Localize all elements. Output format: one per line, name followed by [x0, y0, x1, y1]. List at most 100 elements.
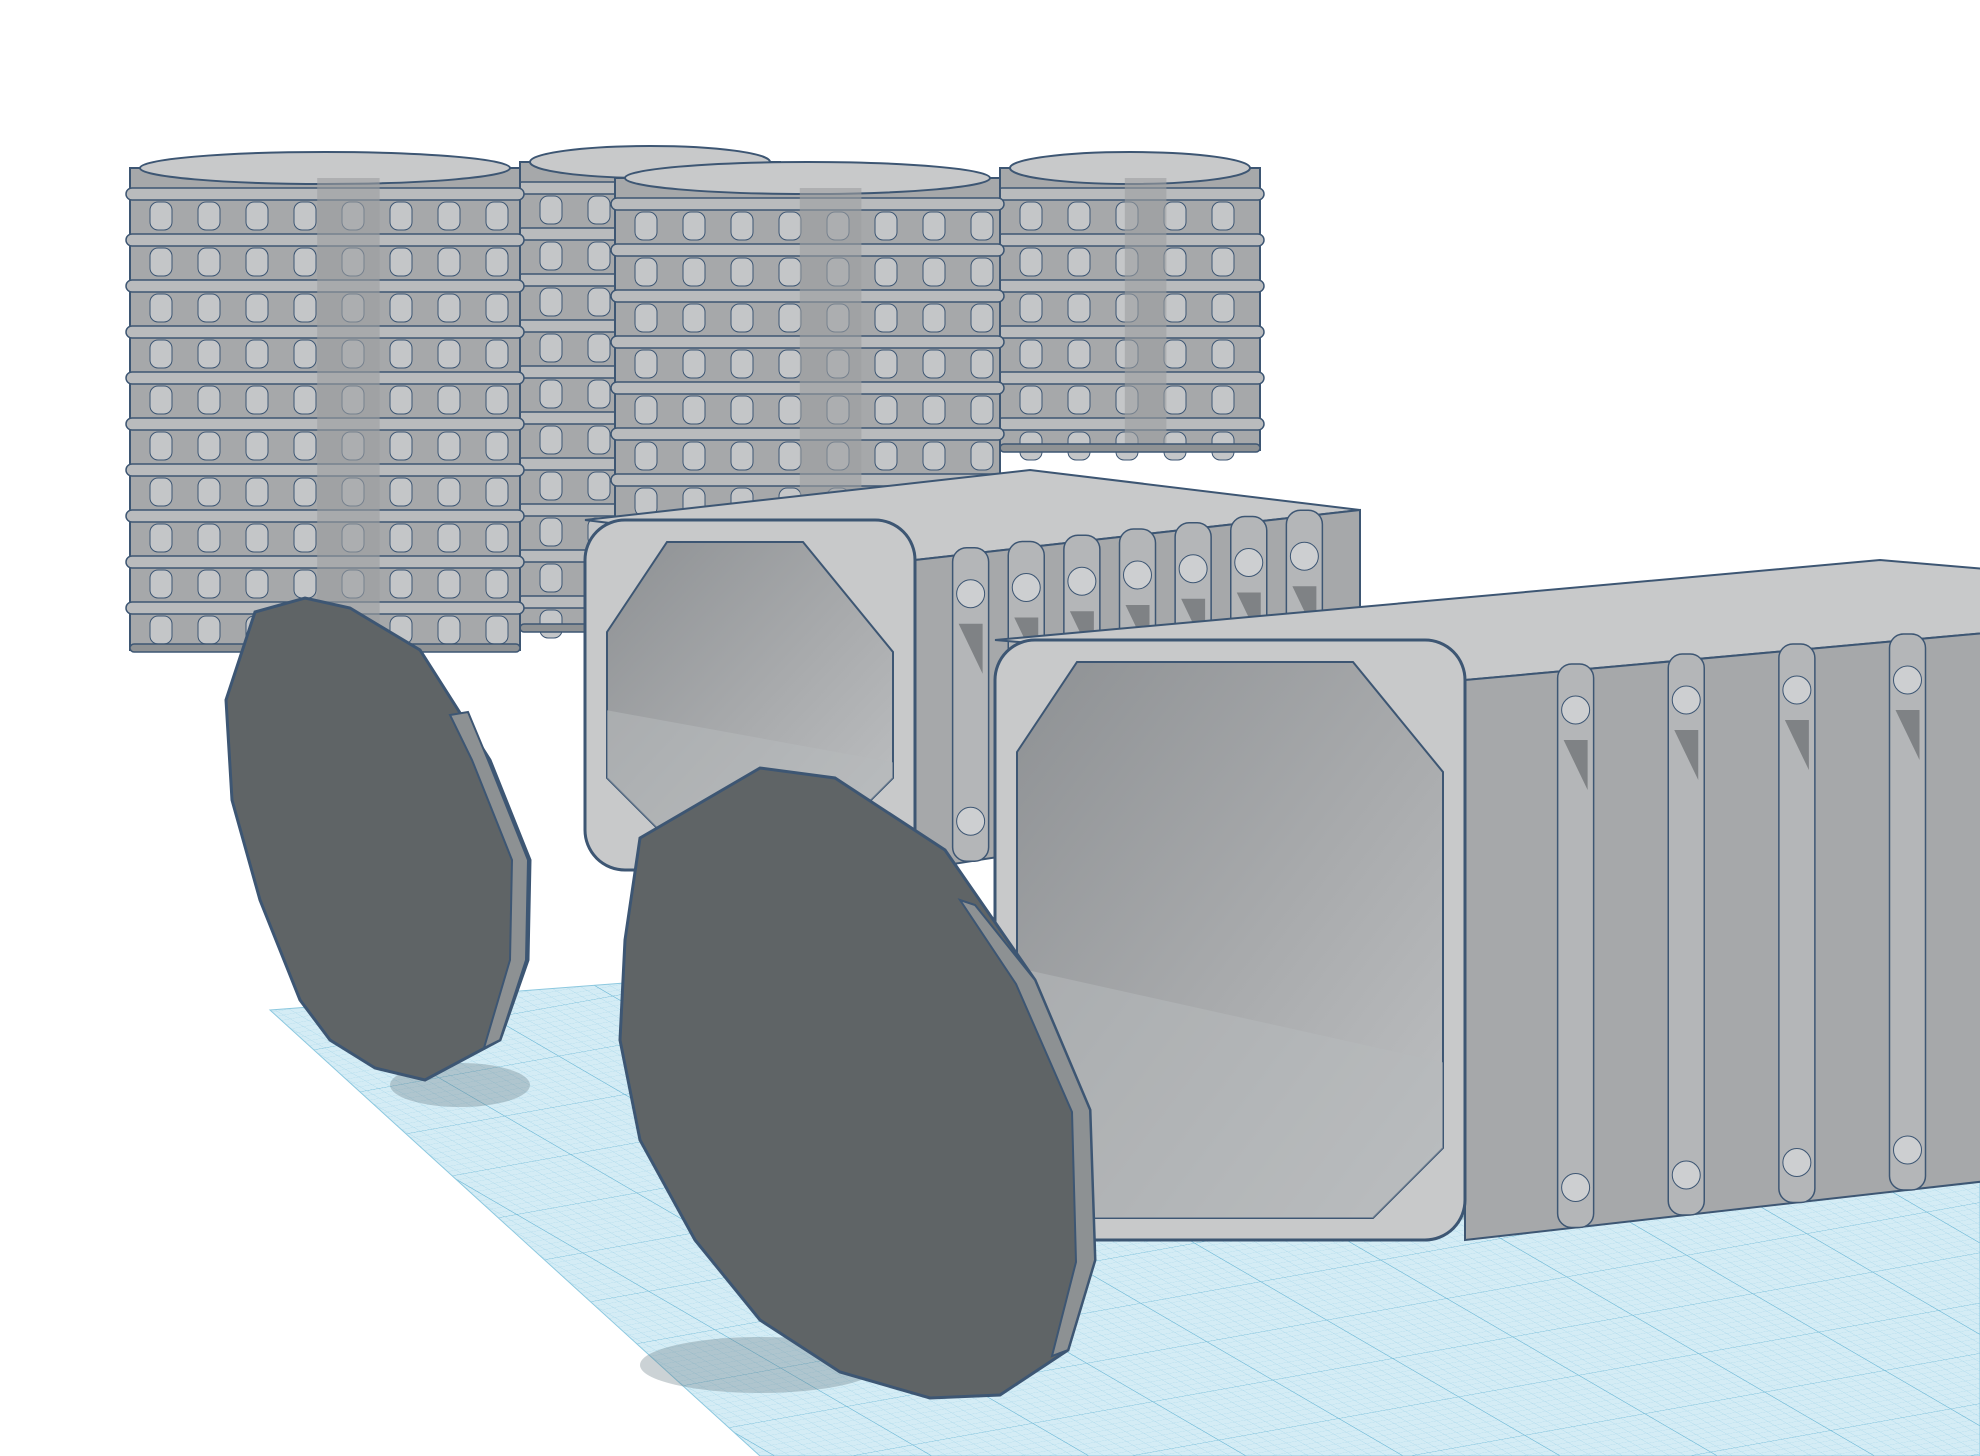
column-knuckle — [485, 477, 509, 507]
column-knuckle — [1067, 385, 1091, 415]
column-knuckle — [730, 303, 754, 333]
column-shade — [317, 178, 380, 648]
column-knuckle — [245, 569, 269, 599]
column-knuckle — [485, 615, 509, 645]
column-knuckle — [587, 471, 611, 501]
column-knuckle — [197, 431, 221, 461]
column-knuckle — [389, 385, 413, 415]
column-knuckle — [1067, 293, 1091, 323]
tube-knuckle — [1067, 566, 1097, 596]
column-knuckle — [1163, 293, 1187, 323]
column-knuckle — [1211, 385, 1235, 415]
column-knuckle — [1163, 247, 1187, 277]
tube-knuckle — [1782, 1148, 1812, 1177]
column-knuckle — [922, 303, 946, 333]
column-knuckle — [730, 441, 754, 471]
column-knuckle — [149, 477, 173, 507]
column-bottom — [999, 443, 1261, 453]
octagonal-end-cap-left[interactable] — [224, 596, 532, 1082]
column-knuckle — [778, 349, 802, 379]
tube-knuckle — [1893, 665, 1922, 695]
column-knuckle — [587, 333, 611, 363]
tube-knuckle — [1123, 560, 1152, 590]
column-knuckle — [245, 523, 269, 553]
column-knuckle — [634, 303, 658, 333]
column-knuckle — [485, 201, 509, 231]
column-knuckle — [874, 257, 898, 287]
column-knuckle — [149, 247, 173, 277]
column-knuckle — [245, 201, 269, 231]
column-knuckle — [389, 431, 413, 461]
column-knuckle — [539, 563, 563, 593]
column-knuckle — [1067, 339, 1091, 369]
column-knuckle — [293, 523, 317, 553]
column-knuckle — [437, 523, 461, 553]
column-knuckle — [149, 201, 173, 231]
column-knuckle — [485, 431, 509, 461]
column-knuckle — [1019, 293, 1043, 323]
column-knuckle — [485, 293, 509, 323]
column-knuckle — [437, 569, 461, 599]
column-knuckle — [682, 257, 706, 287]
column-knuckle — [778, 211, 802, 241]
column-knuckle — [485, 523, 509, 553]
column-knuckle — [922, 395, 946, 425]
column-knuckle — [1019, 247, 1043, 277]
column-knuckle — [1211, 339, 1235, 369]
column-knuckle — [970, 441, 994, 471]
tube-knuckle — [1561, 695, 1591, 725]
column-knuckle — [245, 477, 269, 507]
column-knuckle — [437, 293, 461, 323]
column-knuckle — [634, 211, 658, 241]
scene-canvas[interactable] — [0, 0, 1980, 1456]
column-knuckle — [922, 257, 946, 287]
column-knuckle — [874, 441, 898, 471]
column-knuckle — [730, 211, 754, 241]
column-knuckle — [539, 425, 563, 455]
column-knuckle — [682, 441, 706, 471]
column-knuckle — [197, 615, 221, 645]
hinged-tube-section-right[interactable] — [993, 558, 1980, 1242]
column-knuckle — [634, 441, 658, 471]
column-knuckle — [587, 379, 611, 409]
column-knuckle — [874, 211, 898, 241]
column-knuckle — [293, 431, 317, 461]
column-knuckle — [587, 241, 611, 271]
tube-knuckle — [1178, 554, 1208, 584]
tube-knuckle — [1671, 1160, 1701, 1190]
column-knuckle — [1211, 247, 1235, 277]
column-knuckle — [539, 379, 563, 409]
column-knuckle — [197, 477, 221, 507]
column-knuckle — [197, 201, 221, 231]
column-knuckle — [389, 569, 413, 599]
column-knuckle — [149, 385, 173, 415]
column-knuckle — [922, 441, 946, 471]
column-knuckle — [874, 303, 898, 333]
column-knuckle — [634, 395, 658, 425]
column-knuckle — [293, 385, 317, 415]
column-knuckle — [682, 303, 706, 333]
column-knuckle — [149, 293, 173, 323]
column-knuckle — [587, 425, 611, 455]
column-knuckle — [437, 431, 461, 461]
column-knuckle — [922, 349, 946, 379]
column-knuckle — [730, 395, 754, 425]
column-knuckle — [485, 247, 509, 277]
column-knuckle — [730, 257, 754, 287]
column-knuckle — [970, 257, 994, 287]
3d-workplane-viewport[interactable] — [0, 0, 1980, 1456]
column-knuckle — [389, 339, 413, 369]
column-knuckle — [1163, 339, 1187, 369]
column-knuckle — [634, 257, 658, 287]
column-knuckle — [970, 395, 994, 425]
column-knuckle — [1019, 339, 1043, 369]
column-knuckle — [197, 385, 221, 415]
stacked-segment-column — [995, 151, 1265, 461]
column-knuckle — [149, 569, 173, 599]
column-knuckle — [197, 293, 221, 323]
column-knuckle — [778, 303, 802, 333]
column-knuckle — [245, 339, 269, 369]
tube-knuckle — [1234, 548, 1264, 577]
column-knuckle — [437, 339, 461, 369]
column-knuckle — [874, 349, 898, 379]
